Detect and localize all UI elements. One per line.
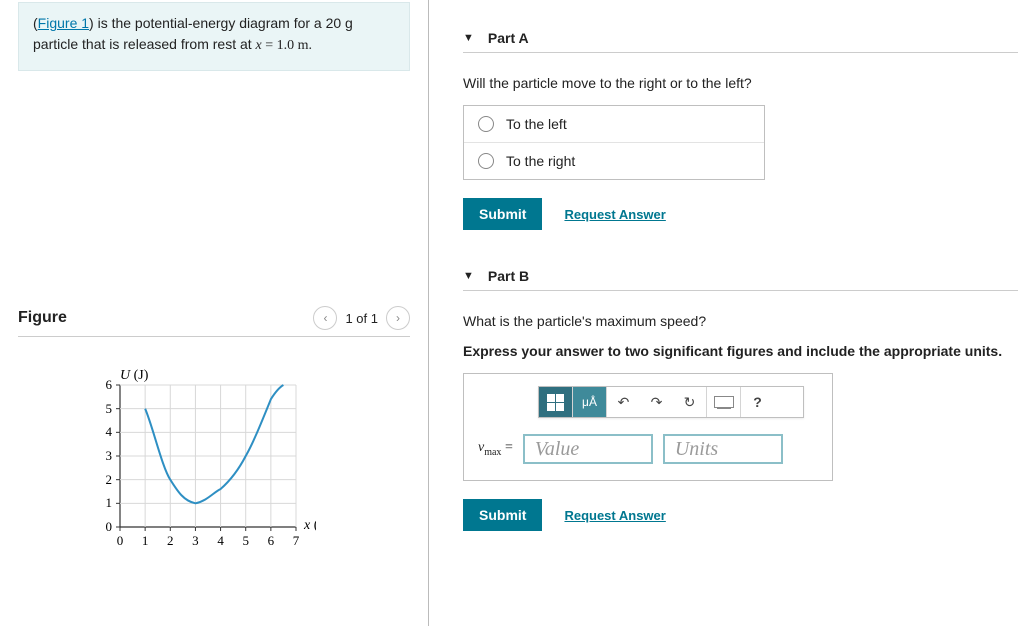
figure-next-button[interactable]: ›	[386, 306, 410, 330]
part-a-title: Part A	[488, 30, 529, 46]
value-input[interactable]: Value	[523, 434, 653, 464]
submit-button[interactable]: Submit	[463, 499, 542, 531]
reset-tool[interactable]: ↻	[673, 387, 706, 417]
vmax-label: vmax =	[478, 440, 513, 458]
part-b-question: What is the particle's maximum speed?	[463, 313, 1018, 329]
problem-statement: (Figure 1) is the potential-energy diagr…	[18, 2, 410, 71]
svg-text:1: 1	[106, 495, 113, 510]
part-b-instruction: Express your answer to two significant f…	[463, 343, 1018, 359]
svg-text:6: 6	[268, 533, 275, 548]
submit-button[interactable]: Submit	[463, 198, 542, 230]
svg-text:3: 3	[192, 533, 199, 548]
svg-text:6: 6	[106, 377, 113, 392]
svg-text:x (m): x (m)	[303, 518, 316, 533]
figure-link[interactable]: Figure 1	[38, 15, 89, 31]
part-a-question: Will the particle move to the right or t…	[463, 75, 1018, 91]
svg-text:4: 4	[106, 424, 113, 439]
request-answer-link[interactable]: Request Answer	[564, 207, 665, 222]
svg-text:2: 2	[167, 533, 174, 548]
figure-pager: 1 of 1	[345, 311, 378, 326]
equation-toolbar: μÅ ↶ ↷ ↻ ?	[538, 386, 804, 418]
templates-tool[interactable]	[539, 387, 572, 417]
figure-prev-button[interactable]: ‹	[313, 306, 337, 330]
svg-text:U (J): U (J)	[120, 368, 149, 383]
keyboard-tool[interactable]	[706, 387, 740, 417]
part-a-options: To the left To the right	[463, 105, 765, 180]
svg-text:0: 0	[117, 533, 124, 548]
option-to-the-left[interactable]: To the left	[464, 106, 764, 142]
help-tool[interactable]: ?	[740, 387, 774, 417]
radio-icon	[478, 153, 494, 169]
figure-section-title: Figure	[18, 309, 67, 327]
svg-text:2: 2	[106, 472, 113, 487]
svg-text:0: 0	[106, 519, 113, 534]
svg-text:4: 4	[217, 533, 224, 548]
part-b-title: Part B	[488, 268, 529, 284]
part-b-toggle-icon[interactable]: ▼	[463, 270, 474, 282]
svg-text:7: 7	[293, 533, 300, 548]
option-to-the-right[interactable]: To the right	[464, 142, 764, 179]
answer-editor: μÅ ↶ ↷ ↻ ? vmax = Value Units	[463, 373, 833, 481]
svg-text:1: 1	[142, 533, 149, 548]
radio-icon	[478, 116, 494, 132]
potential-energy-chart: U (J)	[80, 367, 316, 557]
option-label: To the left	[506, 116, 567, 132]
mu-angstrom-tool[interactable]: μÅ	[572, 387, 606, 417]
request-answer-link[interactable]: Request Answer	[564, 508, 665, 523]
undo-tool[interactable]: ↶	[606, 387, 640, 417]
option-label: To the right	[506, 153, 575, 169]
svg-text:5: 5	[242, 533, 249, 548]
redo-tool[interactable]: ↷	[640, 387, 673, 417]
svg-text:5: 5	[106, 401, 113, 416]
part-a-toggle-icon[interactable]: ▼	[463, 32, 474, 44]
svg-text:3: 3	[106, 448, 113, 463]
units-input[interactable]: Units	[663, 434, 783, 464]
